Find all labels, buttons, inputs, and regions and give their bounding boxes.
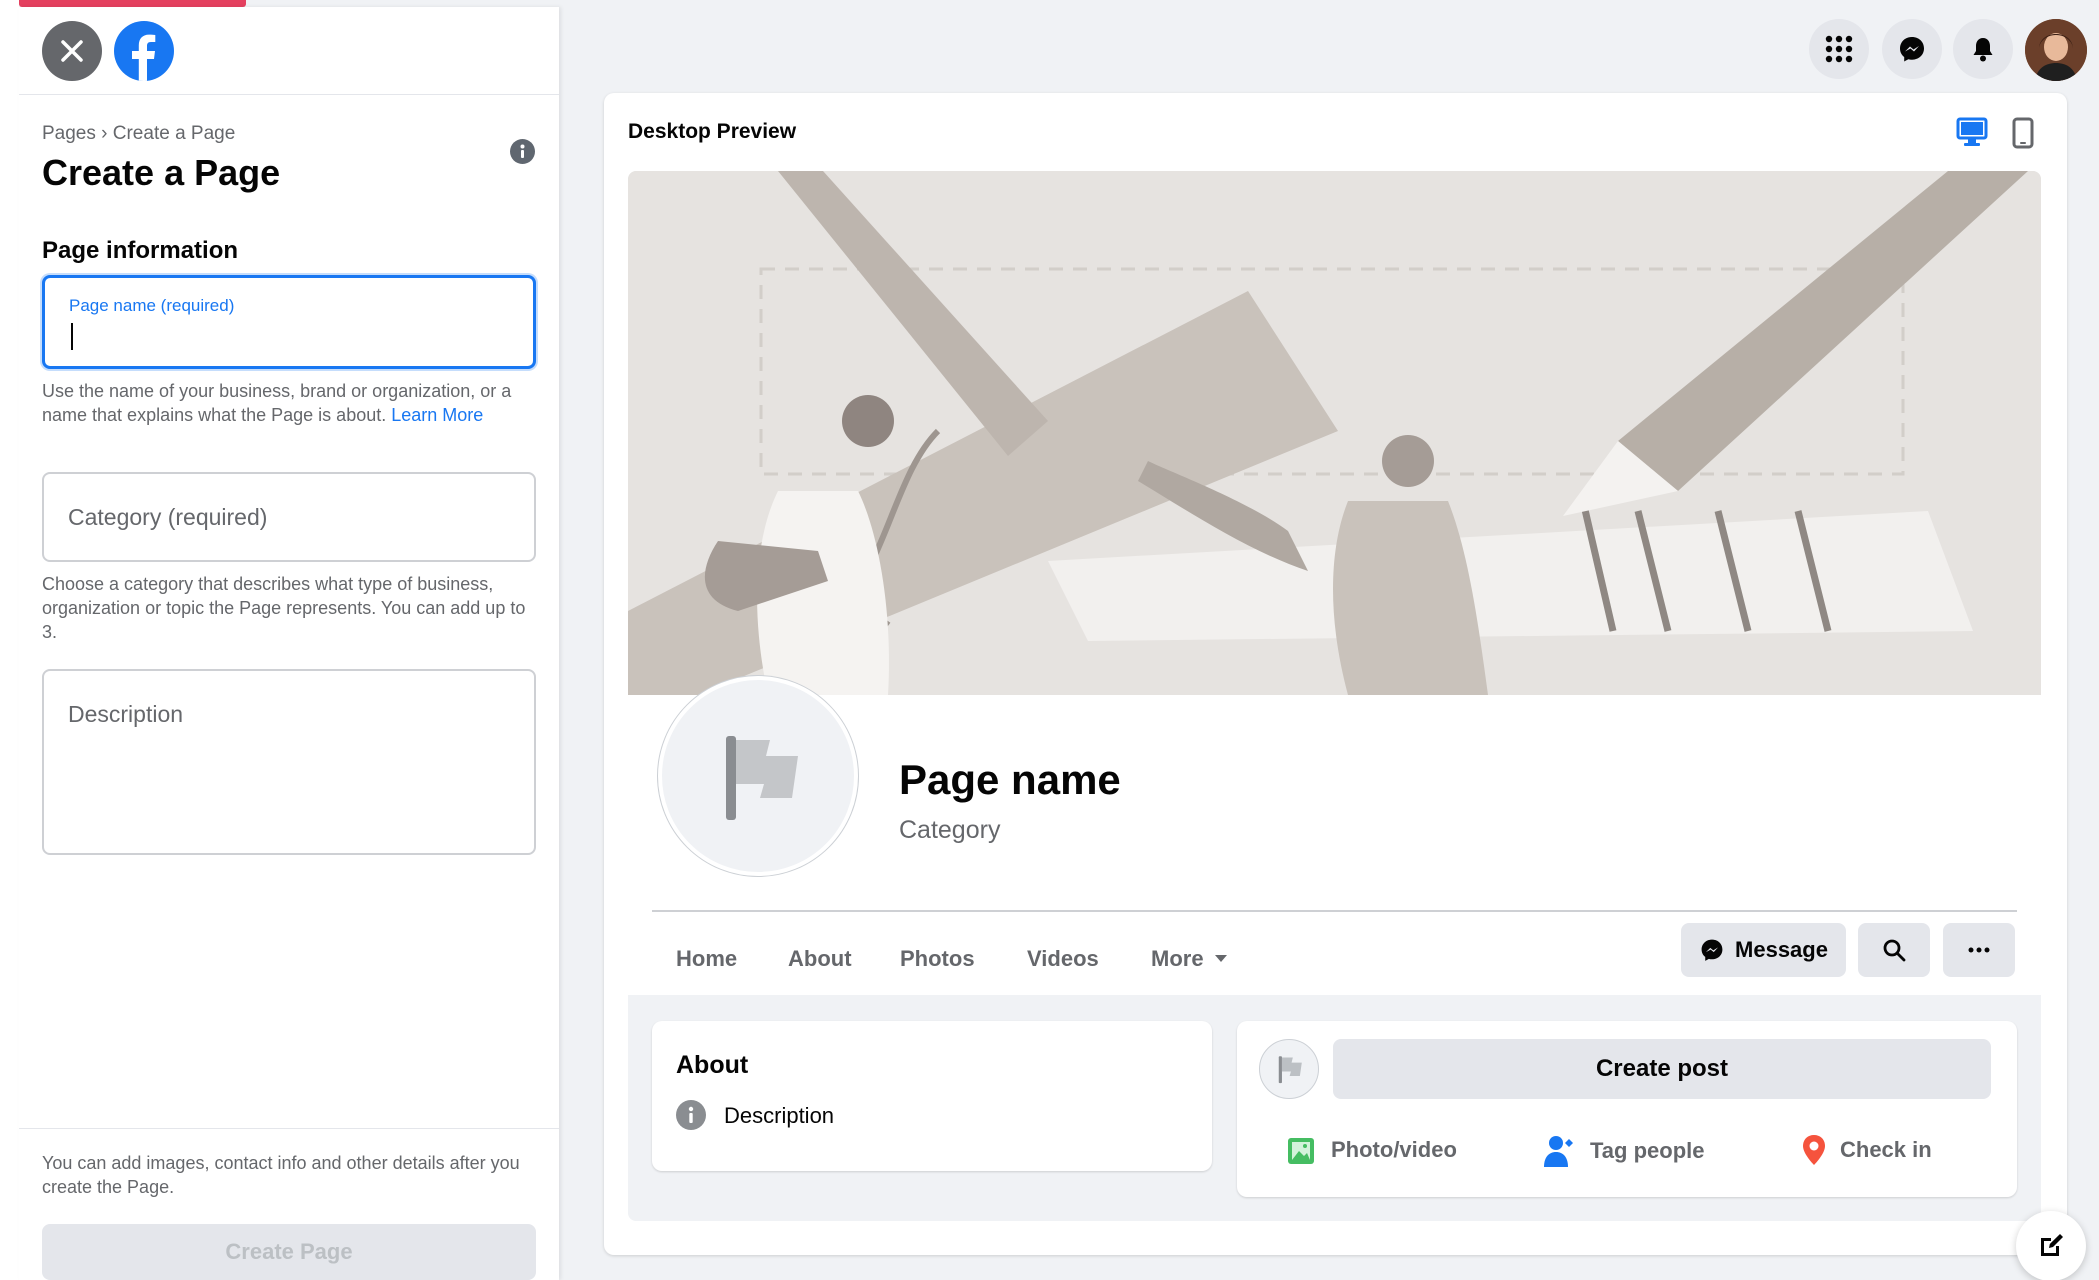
tab-about[interactable]: About: [788, 946, 852, 972]
info-icon[interactable]: [510, 139, 535, 164]
page-name-help: Use the name of your business, brand or …: [42, 379, 542, 427]
tag-people-label: Tag people: [1590, 1138, 1705, 1163]
message-label: Message: [1735, 937, 1828, 962]
desktop-preview-card: Desktop Preview Page name Category Home …: [604, 93, 2067, 1255]
flag-icon: [1278, 1056, 1302, 1084]
tab-more-label: More: [1151, 946, 1204, 971]
check-in-button[interactable]: Check in: [1800, 1133, 1932, 1167]
window-edge: [0, 0, 19, 1280]
description-input[interactable]: Description: [42, 669, 536, 855]
preview-category: Category: [899, 816, 1001, 844]
desktop-view-toggle[interactable]: [1956, 117, 1988, 152]
page-preview: Page name Category Home About Photos Vid…: [628, 171, 2041, 1221]
messenger-icon: [1900, 37, 1924, 62]
footer-note: You can add images, contact info and oth…: [42, 1153, 520, 1197]
photo-video-button[interactable]: Photo/video: [1285, 1133, 1457, 1167]
flag-icon: [726, 736, 798, 820]
location-pin-icon: [1803, 1135, 1825, 1165]
tag-people-icon: [1544, 1136, 1573, 1167]
check-in-label: Check in: [1840, 1137, 1932, 1162]
progress-accent-line: [19, 0, 246, 7]
facebook-f-icon: [132, 34, 156, 81]
section-title: Page information: [42, 237, 239, 264]
compose-message-button[interactable]: [2016, 1211, 2086, 1280]
notifications-button[interactable]: [1953, 19, 2013, 79]
close-icon: [61, 40, 83, 62]
tab-photos[interactable]: Photos: [900, 946, 975, 972]
tag-people-button[interactable]: Tag people: [1542, 1133, 1705, 1169]
photo-icon: [1288, 1138, 1314, 1164]
messenger-icon: [1701, 939, 1723, 961]
tab-home[interactable]: Home: [676, 946, 737, 972]
category-placeholder: Category (required): [68, 504, 268, 530]
close-button[interactable]: [42, 21, 102, 81]
caret-down-icon: [1214, 955, 1227, 962]
preview-page-name: Page name: [899, 756, 1121, 803]
info-icon: [676, 1100, 706, 1130]
sidebar-footer: You can add images, contact info and oth…: [19, 1128, 559, 1280]
user-photo: [2025, 19, 2087, 81]
about-card: About Description: [652, 1021, 1212, 1171]
cover-photo-illustration: [628, 171, 2041, 695]
category-help: Choose a category that describes what ty…: [42, 574, 526, 642]
desktop-icon: [1956, 117, 1988, 146]
post-avatar: [1259, 1039, 1319, 1099]
messenger-button[interactable]: [1882, 19, 1942, 79]
menu-grid-icon: [1825, 35, 1853, 63]
more-options-button[interactable]: [1943, 923, 2015, 977]
sidebar-header: [19, 7, 559, 95]
text-caret: [71, 323, 73, 350]
create-post-button[interactable]: Create post: [1333, 1039, 1991, 1099]
menu-button[interactable]: [1809, 19, 1869, 79]
breadcrumb: Pages › Create a Page: [42, 123, 236, 144]
mobile-view-toggle[interactable]: [2012, 117, 2034, 154]
learn-more-link[interactable]: Learn More: [391, 405, 483, 425]
create-post-card: Create post Photo/video Tag people Check…: [1237, 1021, 2017, 1197]
search-button[interactable]: [1858, 923, 1930, 977]
compose-icon: [2041, 1234, 2063, 1256]
tab-videos[interactable]: Videos: [1027, 946, 1099, 972]
page-name-label: Page name (required): [69, 296, 235, 315]
photo-video-label: Photo/video: [1331, 1137, 1457, 1162]
mobile-icon: [2012, 117, 2034, 149]
about-description: Description: [724, 1103, 835, 1128]
create-page-button[interactable]: Create Page: [42, 1224, 536, 1280]
more-icon: [1968, 947, 1990, 953]
category-input[interactable]: Category (required): [42, 472, 536, 562]
message-button[interactable]: Message: [1681, 923, 1846, 977]
profile-picture-placeholder: [658, 676, 858, 876]
profile-avatar[interactable]: [2025, 19, 2087, 81]
about-title: About: [676, 1051, 749, 1079]
facebook-logo[interactable]: [114, 21, 174, 81]
preview-title: Desktop Preview: [628, 120, 797, 143]
tabs-divider: [652, 910, 2017, 912]
page-title: Create a Page: [42, 152, 281, 193]
create-page-sidebar: Pages › Create a Page Create a Page Page…: [19, 7, 559, 1280]
bell-icon: [1973, 38, 1993, 62]
search-icon: [1883, 939, 1906, 962]
description-placeholder: Description: [68, 701, 184, 727]
page-name-input[interactable]: Page name (required): [42, 275, 536, 369]
tab-more[interactable]: More: [1151, 946, 1228, 972]
